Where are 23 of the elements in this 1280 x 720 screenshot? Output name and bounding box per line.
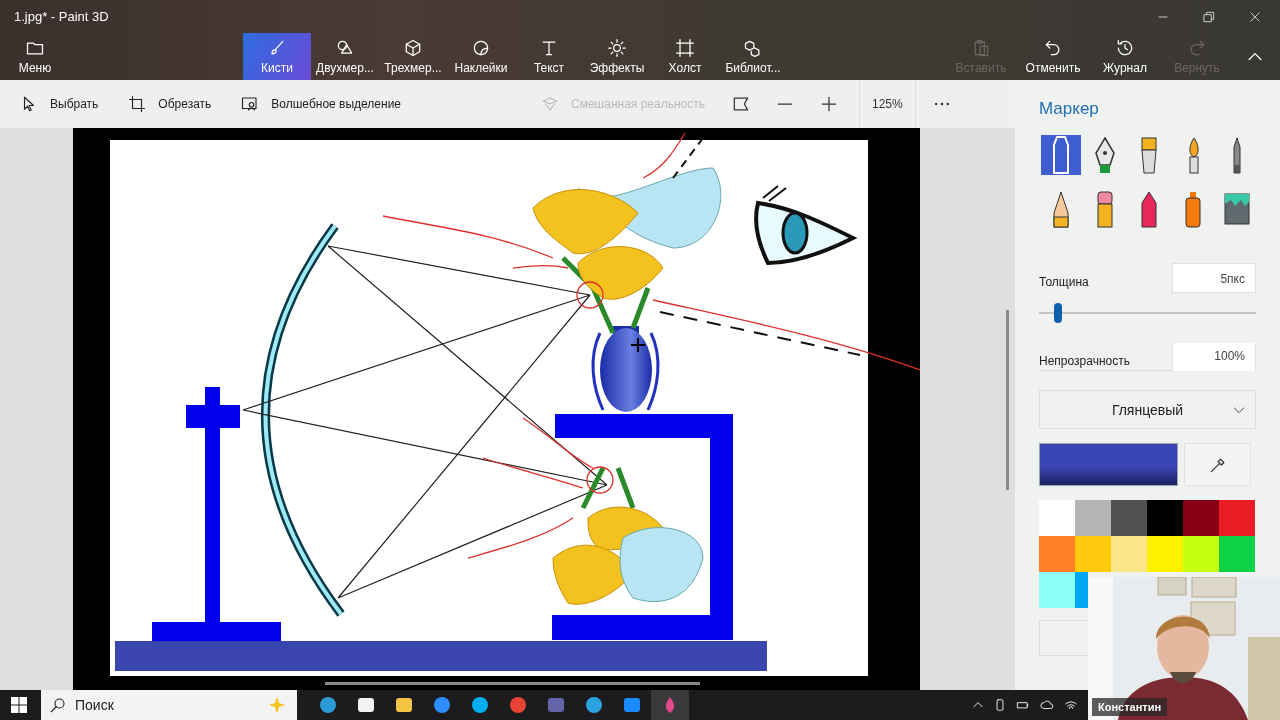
participant-name: Константин bbox=[1092, 698, 1168, 716]
opacity-label: Непрозрачность bbox=[1039, 352, 1130, 368]
ribbon-tab[interactable]: Текст bbox=[515, 33, 583, 80]
ribbon-tab[interactable]: Кисти bbox=[243, 33, 311, 80]
finish-dropdown[interactable]: Глянцевый bbox=[1039, 390, 1256, 429]
panel-title: Маркер bbox=[1039, 99, 1100, 119]
ribbon-tab[interactable]: Эффекты bbox=[583, 33, 651, 80]
ribbon-tab[interactable]: Наклейки bbox=[447, 33, 515, 80]
ribbon-tab[interactable]: Двухмер... bbox=[311, 33, 379, 80]
select-tool[interactable]: Выбрать bbox=[16, 91, 103, 117]
ribbon-tab[interactable]: Трехмер... bbox=[379, 33, 447, 80]
thickness-label: Толщина bbox=[1039, 274, 1089, 289]
window-title: 1.jpg* - Paint 3D bbox=[14, 9, 109, 24]
taskbar-search-field[interactable]: Поиск bbox=[41, 690, 297, 720]
thickness-field[interactable]: 5пкс bbox=[1172, 263, 1256, 293]
history-button[interactable]: Журнал bbox=[1092, 33, 1158, 80]
undo-button[interactable]: Отменить bbox=[1020, 33, 1086, 80]
ribbon-tab[interactable]: Библиот... bbox=[719, 33, 787, 80]
magic-tool[interactable]: Волшебное выделение bbox=[237, 91, 406, 117]
opacity-field[interactable]: 100% bbox=[1172, 343, 1256, 371]
crop-tool[interactable]: Обрезать bbox=[124, 91, 216, 117]
ribbon-tab[interactable]: Холст bbox=[651, 33, 719, 80]
menu-button[interactable]: Меню bbox=[0, 33, 70, 80]
